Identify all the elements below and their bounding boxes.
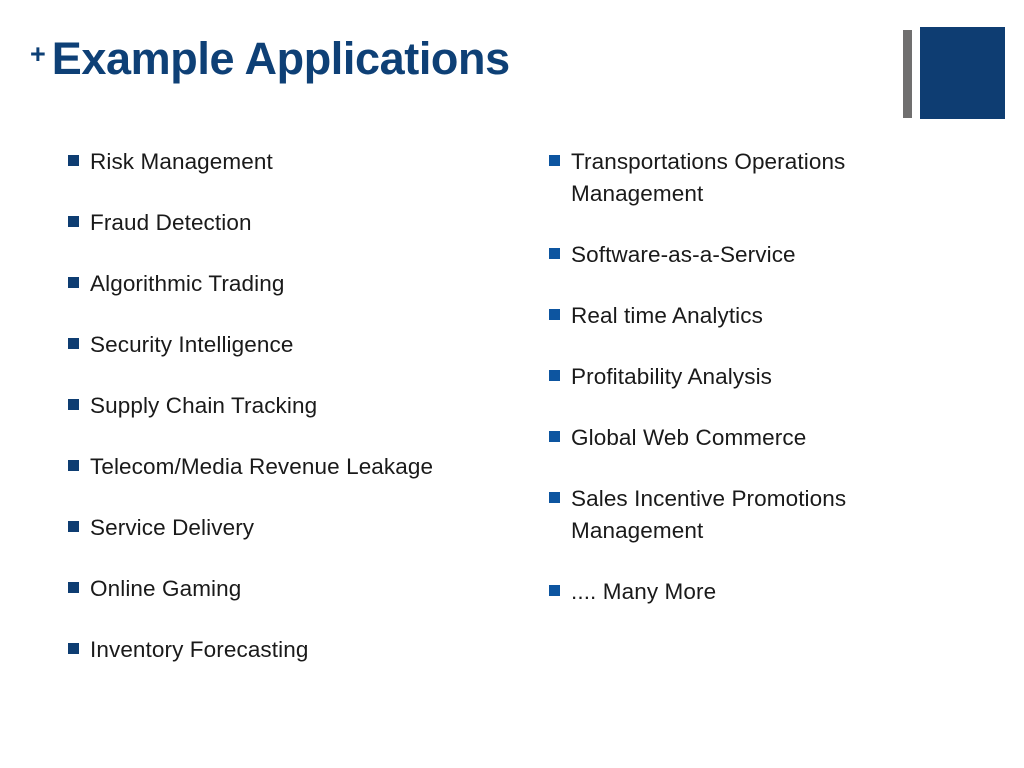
list-item: Online Gaming [68,573,523,605]
list-item-label: Risk Management [90,149,273,174]
decoration-blue-block [920,27,1005,119]
square-bullet-icon [549,247,560,259]
list-item: .... Many More [549,576,949,608]
page-title: Example Applications [51,33,510,84]
list-item: Security Intelligence [68,329,523,361]
list-item-label: Security Intelligence [90,331,294,357]
decoration-gray-bar [903,30,912,118]
square-bullet-icon [68,642,79,654]
list-item: Transportations Operations Management [549,146,949,210]
square-bullet-icon [68,215,79,227]
list-item-label: Profitability Analysis [571,363,773,389]
list-item-label: Telecom/Media Revenue Leakage [90,453,434,479]
list-item: Supply Chain Tracking [68,390,523,422]
list-item: Inventory Forecasting [68,634,523,666]
list-item: Sales Incentive Promotions Management [549,483,949,547]
bullet-column-left: Risk Management Fraud Detection Algorith… [68,146,523,694]
square-bullet-icon [549,155,560,166]
list-item-label: Algorithmic Trading [90,270,285,296]
list-item: Fraud Detection [68,207,523,239]
list-item-label: Supply Chain Tracking [90,392,318,418]
slide-title-row: + Example Applications [30,36,510,81]
list-item-label: Service Delivery [90,514,255,540]
square-bullet-icon [549,308,560,320]
square-bullet-icon [68,581,79,593]
list-item: Profitability Analysis [549,361,949,393]
square-bullet-icon [68,459,79,471]
list-item: Global Web Commerce [549,422,949,454]
square-bullet-icon [68,520,79,532]
square-bullet-icon [549,491,560,503]
list-item-label: Global Web Commerce [571,424,807,450]
list-item-label: Online Gaming [90,575,242,601]
list-item-label: Inventory Forecasting [90,636,309,662]
list-item: Algorithmic Trading [68,268,523,300]
list-item: Software-as-a-Service [549,239,949,271]
square-bullet-icon [549,430,560,442]
plus-icon: + [30,39,46,69]
square-bullet-icon [68,337,79,349]
square-bullet-icon [68,155,79,166]
list-item: Real time Analytics [549,300,949,332]
list-item: Risk Management [68,146,523,178]
list-item-label: Sales Incentive Promotions Management [571,485,847,543]
list-item-label: Transportations Operations Management [571,149,846,206]
list-item-label: .... Many More [571,578,717,604]
square-bullet-icon [68,276,79,288]
list-item: Service Delivery [68,512,523,544]
slide-canvas: + Example Applications Risk Management F… [0,0,1024,768]
list-item-label: Real time Analytics [571,302,763,328]
list-item-label: Software-as-a-Service [571,241,796,267]
bullet-column-right: Transportations Operations Management So… [549,146,949,636]
list-item: Telecom/Media Revenue Leakage [68,451,523,483]
square-bullet-icon [549,584,560,596]
square-bullet-icon [549,369,560,381]
list-item-label: Fraud Detection [90,209,252,235]
square-bullet-icon [68,398,79,410]
